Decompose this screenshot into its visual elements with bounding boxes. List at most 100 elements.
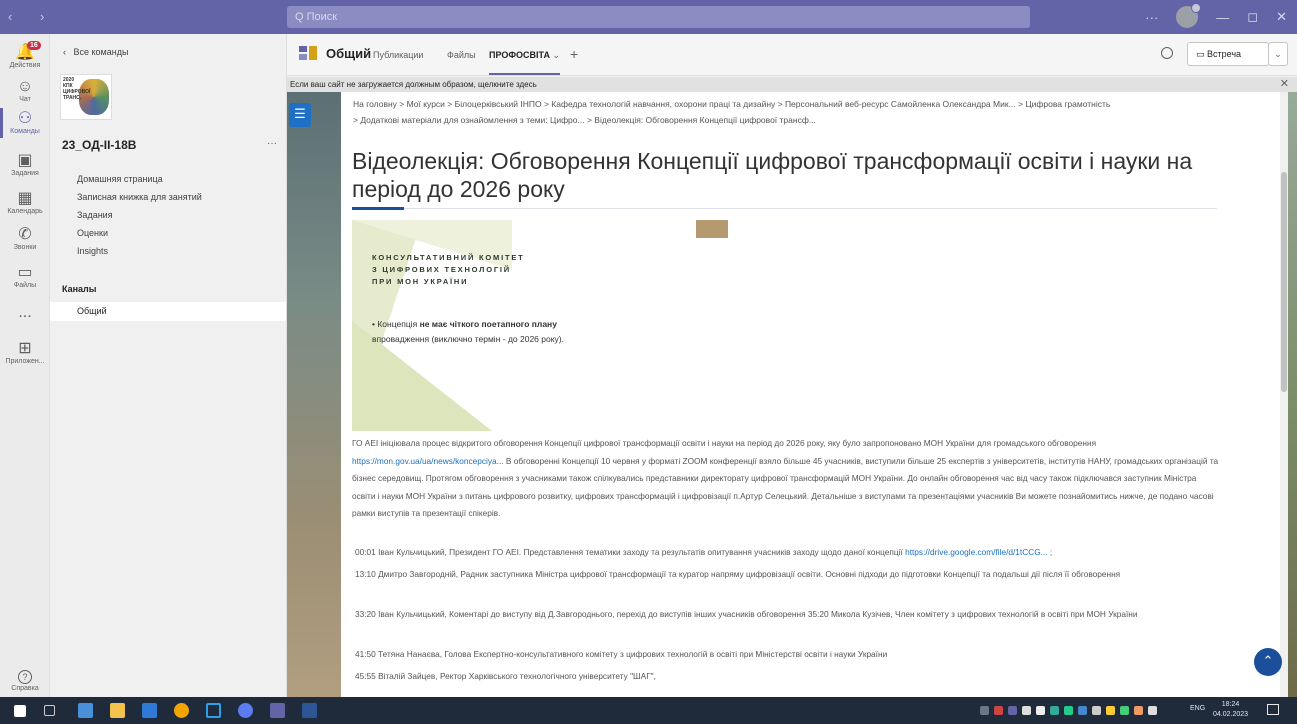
- meet-button[interactable]: ▭ Встреча: [1187, 42, 1269, 66]
- volume-icon[interactable]: [1148, 705, 1157, 715]
- channel-icon: [299, 46, 317, 60]
- close-window-button[interactable]: ✕: [1276, 9, 1287, 25]
- app-icon[interactable]: [238, 703, 253, 718]
- timestamp-item: 33:20 Іван Кульчицький, Коментарі до вис…: [355, 606, 1223, 624]
- tray-icon[interactable]: [994, 705, 1003, 715]
- channel-header: Общий Публикации Файлы ПРОФОСВІТА ⌄ + ▭ …: [287, 34, 1297, 76]
- rail-more[interactable]: ...: [0, 304, 50, 322]
- rail-calendar[interactable]: ▦ Календарь: [0, 190, 50, 215]
- chevron-up-icon: ⌃: [1262, 653, 1274, 668]
- tray-icon[interactable]: [1008, 705, 1017, 715]
- help-icon: ?: [18, 670, 32, 684]
- apps-icon: ⊞: [18, 340, 32, 357]
- tray-icon[interactable]: [1134, 705, 1143, 715]
- close-icon[interactable]: ✕: [1280, 77, 1289, 90]
- rail-label: Чат: [19, 96, 31, 103]
- rail-help[interactable]: ? Справка: [0, 670, 50, 692]
- breadcrumb: На головну > Мої курси > Білоцерківський…: [353, 96, 1233, 128]
- teams-taskbar-icon[interactable]: [270, 703, 285, 718]
- title-bar-controls: ··· — ◻ ✕: [1145, 3, 1287, 28]
- timestamp-text: 41:50 Тетяна Нанаєва, Голова Експертно-к…: [355, 649, 888, 659]
- team-menu-notebook[interactable]: Записная книжка для занятий: [77, 192, 202, 202]
- chevron-down-icon: ⌄: [552, 50, 561, 60]
- team-menu-home[interactable]: Домашняя страница: [77, 174, 163, 184]
- rail-label: Задания: [11, 170, 39, 177]
- input-language[interactable]: ENG: [1190, 705, 1205, 712]
- rail-label: Файлы: [13, 282, 37, 289]
- rail-files[interactable]: ▭ Файлы: [0, 264, 50, 289]
- app-icon[interactable]: [78, 703, 93, 718]
- minimize-button[interactable]: —: [1216, 10, 1229, 25]
- concept-link[interactable]: https://mon.gov.ua/ua/news/koncepciya...: [352, 456, 504, 466]
- app-icon[interactable]: [206, 703, 221, 718]
- word-icon[interactable]: [302, 703, 317, 718]
- scrollbar-thumb[interactable]: [1281, 172, 1287, 392]
- history-nav-arrows[interactable]: ‹ ›: [8, 9, 56, 24]
- add-tab-button[interactable]: +: [570, 46, 578, 62]
- rail-teams[interactable]: ⚇ Команды: [0, 108, 50, 138]
- timestamp-item: 41:50 Тетяна Нанаєва, Голова Експертно-к…: [355, 646, 1223, 664]
- slide-bullet-post: впровадження (виключно термін - до 2026 …: [372, 334, 564, 344]
- maximize-button[interactable]: ◻: [1247, 9, 1258, 25]
- rail-apps[interactable]: ⊞ Приложен...: [0, 340, 50, 365]
- file-explorer-icon[interactable]: [110, 703, 125, 718]
- team-menu-insights[interactable]: Insights: [77, 246, 108, 256]
- rail-label: Календарь: [7, 208, 43, 215]
- site-load-notice[interactable]: Если ваш сайт не загружается должным обр…: [287, 77, 1297, 92]
- notification-center-icon[interactable]: [1267, 704, 1279, 715]
- conversation-icon[interactable]: [1161, 47, 1173, 59]
- notification-badge: 16: [27, 41, 41, 50]
- phone-icon: ✆: [18, 226, 32, 243]
- page-scrollbar[interactable]: [1280, 92, 1288, 697]
- team-more-button[interactable]: ···: [267, 138, 277, 149]
- rail-activity[interactable]: 🔔 16 Действия: [0, 41, 50, 69]
- course-index-toggle[interactable]: ☰: [289, 103, 311, 127]
- search-input[interactable]: Q Поиск: [287, 6, 1030, 28]
- clock[interactable]: 18:24 04.02.2023: [1213, 700, 1248, 720]
- rail-assignments[interactable]: ▣ Задания: [0, 152, 50, 177]
- profile-avatar[interactable]: [1176, 3, 1202, 28]
- more-icon: ...: [18, 304, 32, 321]
- task-view-icon[interactable]: [44, 705, 55, 716]
- slide-title-line: ПРИ МОН УКРАЇНИ: [372, 277, 469, 286]
- windows-start-icon[interactable]: [14, 705, 26, 717]
- team-menu-grades[interactable]: Оценки: [77, 228, 108, 238]
- channel-item-general[interactable]: Общий: [50, 302, 286, 321]
- breadcrumb-line[interactable]: > Додаткові матеріали для ознайомлення з…: [353, 112, 1233, 128]
- tray-icon[interactable]: [1078, 705, 1087, 715]
- meet-dropdown-button[interactable]: ⌄: [1268, 42, 1288, 66]
- intro-text: ГО АЕІ ініціювала процес відкритого обго…: [352, 438, 1097, 448]
- assignments-icon: ▣: [17, 152, 33, 169]
- network-icon[interactable]: [1092, 705, 1101, 715]
- system-tray: [980, 702, 1157, 718]
- drive-link[interactable]: https://drive.google.com/file/d/1tCCG...: [905, 547, 1048, 557]
- rail-chat[interactable]: ☺ Чат: [0, 78, 50, 103]
- tab-posts[interactable]: Публикации: [373, 50, 423, 60]
- tray-icon[interactable]: [1022, 705, 1031, 715]
- tray-icon[interactable]: [1064, 705, 1073, 715]
- background-image-left: [287, 92, 347, 697]
- back-to-teams-link[interactable]: ‹ Все команды: [63, 47, 128, 57]
- mail-icon[interactable]: [142, 703, 157, 718]
- tab-profosvita[interactable]: ПРОФОСВІТА ⌄: [489, 50, 561, 75]
- back-label: Все команды: [73, 47, 129, 57]
- rail-label: Справка: [11, 685, 39, 692]
- scroll-to-top-button[interactable]: ⌃: [1254, 648, 1282, 676]
- embedded-site-area: ☰ На головну > Мої курси > Білоцерківськ…: [287, 92, 1297, 697]
- tray-icon[interactable]: [1050, 705, 1059, 715]
- tray-icon[interactable]: [1106, 705, 1115, 715]
- team-menu-assignments[interactable]: Задания: [77, 210, 113, 220]
- rail-calls[interactable]: ✆ Звонки: [0, 226, 50, 251]
- chrome-icon[interactable]: [174, 703, 189, 718]
- tray-icon[interactable]: [1120, 705, 1129, 715]
- breadcrumb-line[interactable]: На головну > Мої курси > Білоцерківський…: [353, 96, 1233, 112]
- more-options-button[interactable]: ···: [1145, 10, 1158, 25]
- cloud-icon[interactable]: [1036, 705, 1045, 715]
- bell-icon: 🔔: [15, 44, 35, 61]
- tray-icon[interactable]: [980, 705, 989, 715]
- video-slide-image[interactable]: КОНСУЛЬТАТИВНИЙ КОМІТЕТ З ЦИФРОВИХ ТЕХНО…: [352, 220, 728, 431]
- slide-bullet-pre: • Концепція: [372, 319, 418, 329]
- tab-files[interactable]: Файлы: [447, 50, 476, 60]
- timestamp-item: 13:10 Дмитро Завгородній, Радник заступн…: [355, 566, 1223, 584]
- clock-date: 04.02.2023: [1213, 711, 1249, 718]
